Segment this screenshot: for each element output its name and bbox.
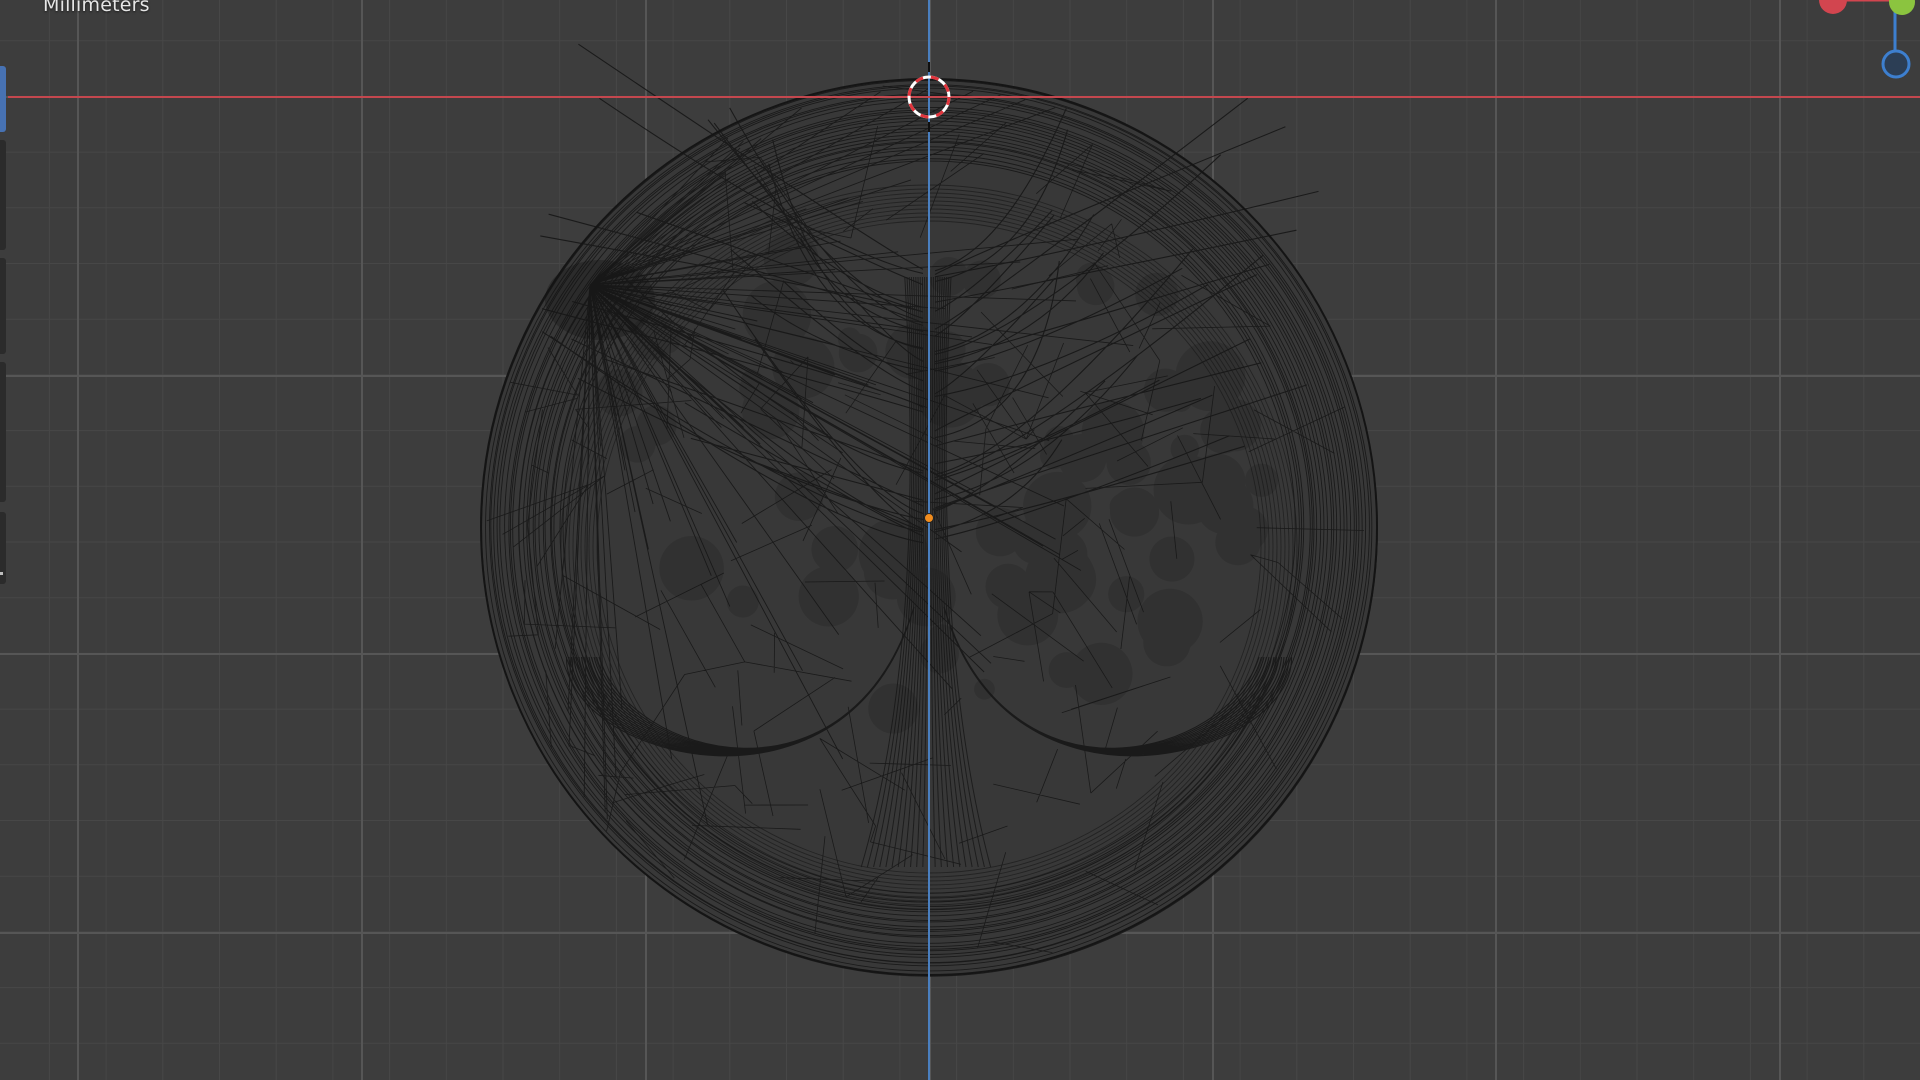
foliage-blob	[739, 374, 767, 403]
foliage-blob	[863, 542, 921, 600]
foliage-blob	[1153, 455, 1223, 525]
foliage-blob	[595, 369, 643, 417]
foliage-blob	[1043, 426, 1075, 457]
tool-rotate[interactable]	[0, 362, 6, 502]
tool-shelf[interactable]	[0, 0, 6, 1080]
tool-tick	[0, 572, 3, 575]
foliage-blob	[919, 633, 959, 674]
viewport-overlay	[8, 0, 1920, 1080]
foliage-blob	[1135, 272, 1179, 317]
foliage-blob	[726, 585, 759, 618]
gizmo-x-handle-icon[interactable]	[1819, 0, 1847, 14]
foliage-blob	[619, 426, 656, 463]
foliage-blob	[1215, 519, 1261, 566]
foliage-blob	[966, 362, 1010, 407]
foliage-blob	[929, 256, 969, 296]
foliage-blob	[763, 231, 819, 287]
tool-cursor[interactable]	[0, 140, 6, 250]
gizmo-y-handle-icon[interactable]	[1889, 0, 1915, 15]
foliage-blob	[1149, 536, 1195, 582]
3d-viewport[interactable]: Millimeters	[0, 0, 1920, 1080]
foliage-blob	[1169, 388, 1193, 412]
foliage-blob	[772, 336, 835, 399]
foliage-blob	[1108, 576, 1145, 613]
foliage-blob	[962, 260, 1001, 299]
foliage-blob	[1070, 642, 1133, 706]
foliage-blob	[1143, 619, 1191, 667]
foliage-blob	[1109, 487, 1160, 537]
foliage-blob	[1023, 471, 1092, 541]
foliage-blob	[929, 331, 966, 368]
object-origin-icon	[924, 513, 934, 523]
foliage-blob	[838, 333, 878, 373]
tool-move[interactable]	[0, 258, 6, 354]
foliage-blob	[659, 536, 724, 601]
gizmo-z-handle-icon[interactable]	[1881, 49, 1911, 79]
foliage-blob	[975, 507, 1025, 557]
foliage-blob	[1244, 463, 1279, 497]
foliage-blob	[974, 678, 995, 700]
tool-select-box[interactable]	[0, 66, 6, 132]
navigation-gizmo[interactable]	[1810, 0, 1920, 90]
foliage-blob	[811, 526, 859, 573]
foliage-blob	[997, 584, 1059, 646]
grid-unit-label: Millimeters	[43, 0, 150, 16]
foliage-blob	[1076, 267, 1115, 306]
foliage-blob	[1057, 568, 1095, 605]
foliage-blob	[798, 566, 859, 627]
foliage-blob	[774, 472, 824, 521]
foliage-blob	[1200, 407, 1247, 454]
fan-pole	[545, 260, 655, 340]
foliage-blob	[868, 683, 919, 734]
